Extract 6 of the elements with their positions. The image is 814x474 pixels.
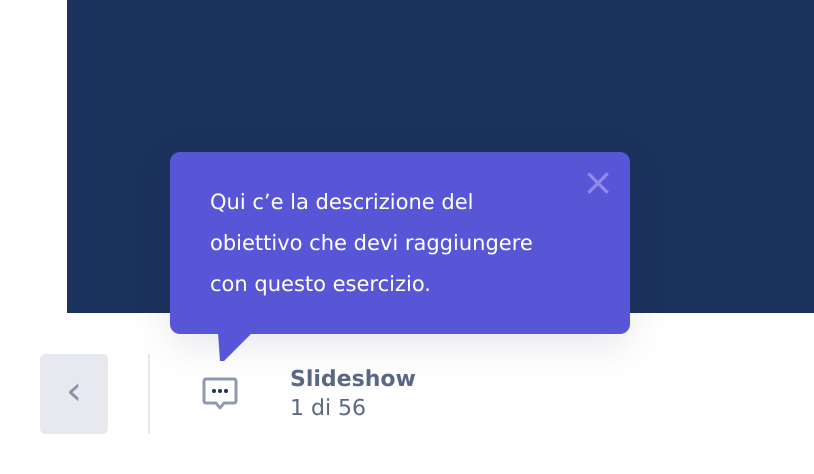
comment-icon[interactable]	[202, 377, 238, 411]
slideshow-title: Slideshow	[290, 367, 416, 392]
close-button[interactable]: ×	[582, 166, 614, 198]
tooltip-text: Qui c’e la descrizione del obiettivo che devi raggiungere con questo esercizio.	[210, 189, 534, 298]
back-button[interactable]: ‹	[40, 354, 108, 434]
slide-counter: 1 di 56	[290, 396, 368, 421]
